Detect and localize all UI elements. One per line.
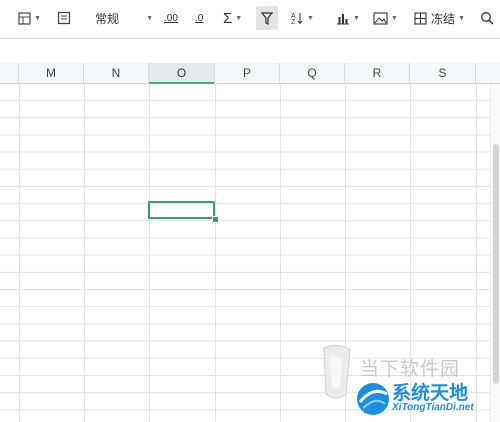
formula-bar[interactable]	[0, 38, 500, 65]
table-icon	[18, 11, 31, 25]
watermark-url: XiTongTianDi.net	[392, 402, 474, 413]
watermark-globe-icon	[357, 383, 389, 415]
column-divider	[149, 84, 150, 422]
column-divider	[84, 84, 85, 422]
column-header-p[interactable]: P	[215, 63, 280, 83]
search-icon	[481, 12, 494, 25]
column-header-m[interactable]: M	[19, 63, 84, 83]
filter-icon	[261, 11, 273, 25]
number-format-label: 常规	[95, 11, 120, 26]
freeze-icon	[414, 11, 427, 25]
svg-text:Z: Z	[291, 19, 296, 25]
image-icon	[373, 11, 388, 25]
watermark-line2: 系统天地	[392, 382, 469, 404]
column-divider	[215, 84, 216, 422]
column-header-q[interactable]: Q	[280, 63, 345, 83]
column-divider	[19, 84, 20, 422]
column-header-row: M N O P Q R S	[0, 63, 500, 84]
chevron-down-icon: ▼	[458, 14, 465, 22]
chevron-down-icon: ▼	[307, 14, 314, 22]
filter-button[interactable]	[256, 6, 278, 30]
sort-button[interactable]: AZ ▼	[290, 6, 314, 30]
column-header-o[interactable]: O	[149, 63, 215, 84]
column-header-s[interactable]: S	[410, 63, 476, 83]
number-format-select[interactable]: 常规 ▼	[95, 6, 153, 30]
chevron-down-icon: ▼	[34, 14, 41, 22]
decrease-decimal-button[interactable]: .0	[195, 6, 203, 30]
chevron-down-icon: ▼	[235, 14, 243, 22]
toolbar: ▼ 常规 ▼ .00 .0 Σ ▼ AZ ▼ ▼ ▼ 冻结 ▼	[0, 0, 500, 38]
chevron-down-icon: ▼	[391, 14, 398, 22]
column-header-partial[interactable]	[0, 63, 19, 83]
chevron-down-icon: ▼	[146, 14, 153, 22]
freeze-label: 冻结	[431, 11, 456, 26]
column-divider	[280, 84, 281, 422]
fill-handle[interactable]	[212, 216, 219, 223]
find-button[interactable]	[480, 6, 494, 30]
chevron-down-icon: ▼	[353, 14, 360, 22]
increase-decimal-button[interactable]: .00	[164, 6, 178, 30]
sigma-icon: Σ	[223, 9, 233, 27]
watermark: 当下软件园 系统天地 XiTongTianDi.net	[312, 338, 500, 422]
sum-button[interactable]: Σ ▼	[223, 6, 242, 30]
picture-button[interactable]: ▼	[373, 6, 398, 30]
active-cell[interactable]	[148, 201, 215, 219]
increase-decimal-icon: .00	[164, 12, 178, 24]
table-style-button[interactable]: ▼	[18, 6, 41, 30]
chart-button[interactable]: ▼	[336, 6, 360, 30]
sort-icon: AZ	[291, 13, 303, 25]
bar-chart-icon	[337, 13, 349, 24]
column-header-n[interactable]: N	[84, 63, 149, 83]
cell-format-button[interactable]	[57, 6, 71, 30]
watermark-line1: 当下软件园	[360, 358, 461, 380]
document-icon	[57, 11, 71, 25]
freeze-panes-button[interactable]: 冻结 ▼	[414, 6, 465, 30]
column-header-r[interactable]: R	[345, 63, 410, 83]
decrease-decimal-icon: .0	[195, 12, 204, 24]
